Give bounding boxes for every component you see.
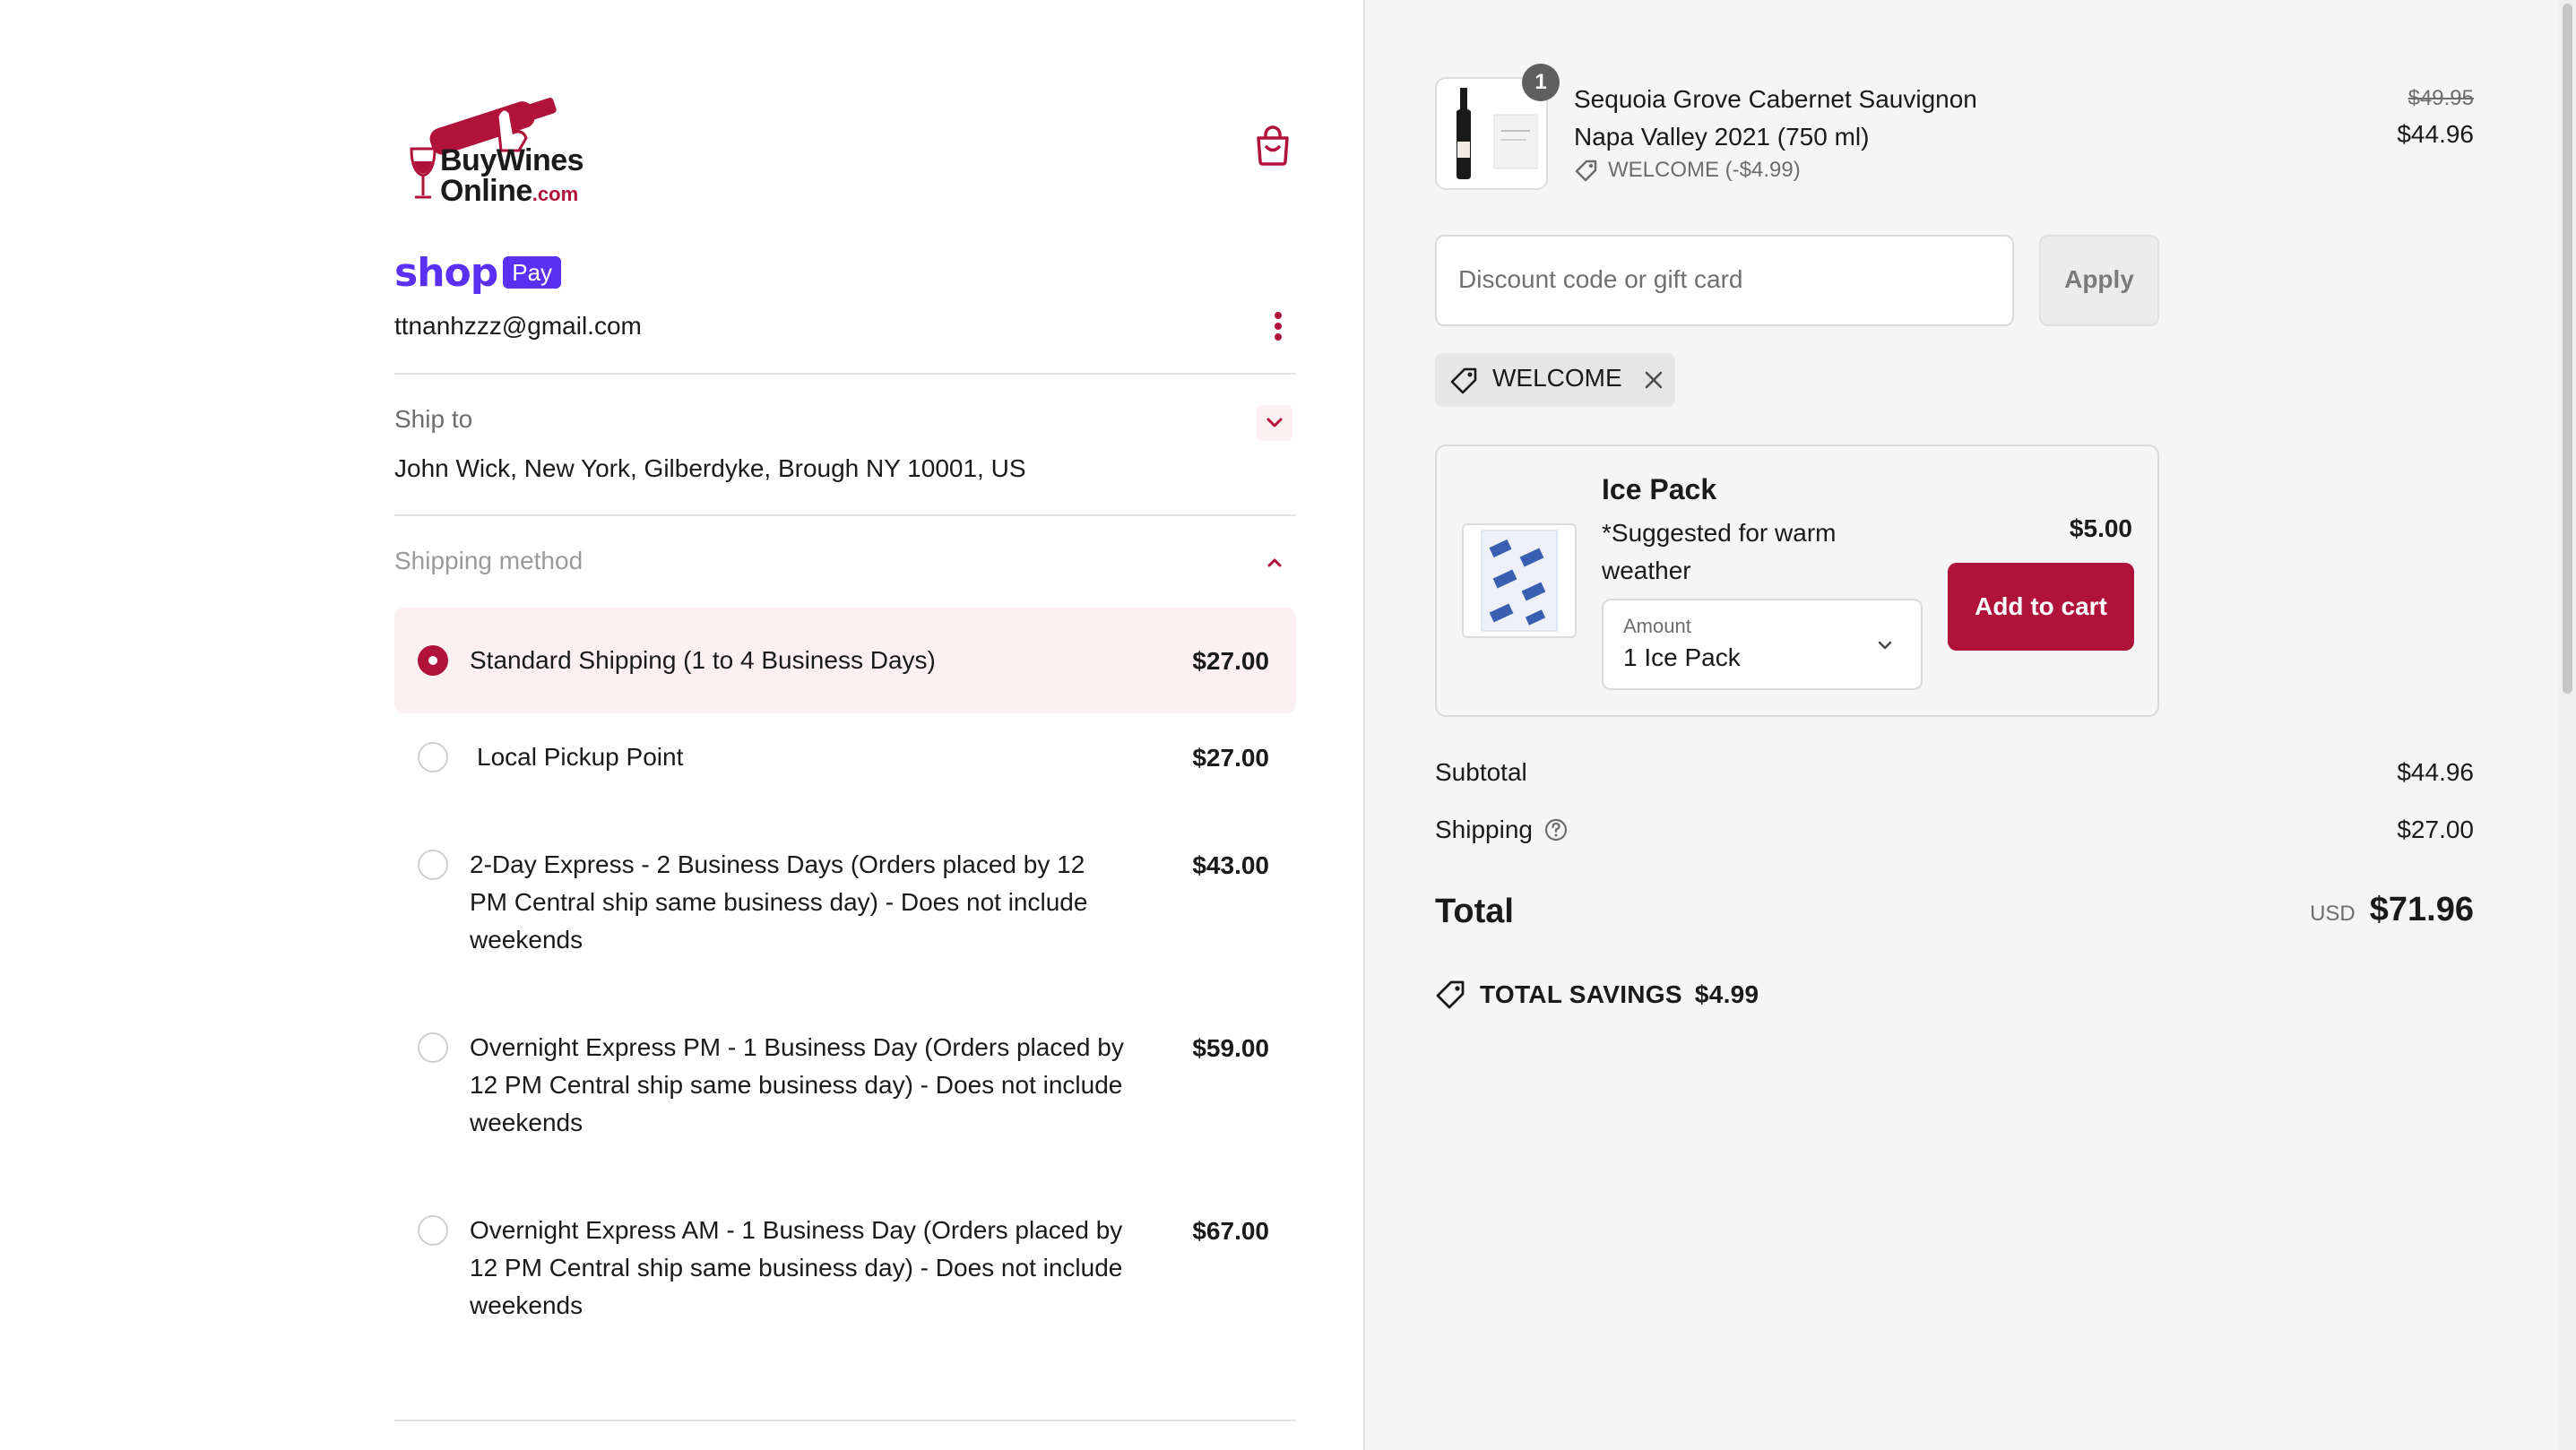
add-to-cart-button[interactable]: Add to cart [1948,563,2134,651]
shipping-radio[interactable] [418,742,448,772]
upsell-card: Ice Pack *Suggested for warm weather $5.… [1435,444,2159,717]
upsell-price: $5.00 [2069,514,2132,542]
shopping-bag-icon [1257,125,1289,166]
shipping-option-name: 2-Day Express - 2 Business Days (Orders … [470,846,1169,959]
scrollbar-thumb[interactable] [2563,4,2572,694]
shipping-option-2-day-express[interactable]: 2-Day Express - 2 Business Days (Orders … [394,839,1296,964]
shipping-option-standard[interactable]: Standard Shipping (1 to 4 Business Days)… [394,608,1296,713]
chevron-up-icon [1267,558,1282,567]
ship-to-toggle[interactable] [1257,405,1292,441]
shipping-option-price: $27.00 [1192,744,1269,772]
shipping-option-name-line: 2-Day Express - 2 Business Days (Orders … [470,850,1085,878]
logo-suffix: .com [532,183,579,205]
shipping-option-name: Overnight Express AM - 1 Business Day (O… [470,1212,1169,1325]
tag-icon [1575,160,1597,182]
checkout-main: BuyWines Online.com shop Pay ttnanhzzz@g… [0,0,1363,1450]
discount-code-input[interactable]: Discount code or gift card [1435,235,2014,326]
shipping-option-price: $43.00 [1192,851,1269,879]
amount-select[interactable]: Amount 1 Ice Pack [1602,599,1923,690]
amount-label: Amount [1623,615,1691,637]
subtotal-value: $44.96 [2397,758,2474,786]
shipping-option-overnight-pm[interactable]: Overnight Express PM - 1 Business Day (O… [394,1022,1296,1147]
discount-chip: WELCOME [1435,353,1675,407]
shipping-option-name-line: Overnight Express AM - 1 Business Day (O… [470,1216,1123,1244]
upsell-desc-line: weather [1602,557,1691,584]
shipping-option-overnight-am[interactable]: Overnight Express AM - 1 Business Day (O… [394,1204,1296,1330]
upsell-description: *Suggested for warm weather [1602,514,1836,590]
logo-line2: Online.com [440,174,578,209]
order-summary: 1 Sequoia Grove Cabernet Sauvignon Napa … [1363,0,2576,1450]
total-savings: TOTAL SAVINGS $4.99 [1435,979,1759,1011]
shipping-option-name: Standard Shipping (1 to 4 Business Days) [470,646,936,674]
divider [394,1420,1296,1421]
chevron-down-icon [1266,418,1283,427]
shipping-radio[interactable] [418,850,448,880]
ice-pack-image [1462,523,1577,638]
amount-value: 1 Ice Pack [1623,643,1741,671]
tag-icon [1436,980,1465,1009]
shipping-radio[interactable] [418,1215,448,1246]
shipping-option-name-line: PM Central ship same business day) - Doe… [470,888,1088,916]
tag-icon [1450,367,1477,394]
product-discount-text: WELCOME (-$4.99) [1608,158,1801,182]
close-icon [1645,371,1663,389]
shipping-option-local-pickup[interactable]: Local Pickup Point $27.00 [394,722,1296,794]
shipping-radio[interactable] [418,1032,448,1063]
apply-button[interactable]: Apply [2039,235,2159,326]
shipping-option-name: Overnight Express PM - 1 Business Day (O… [470,1029,1169,1142]
divider [394,514,1296,516]
help-circle-icon[interactable] [1543,817,1569,842]
shipping-option-price: $59.00 [1192,1034,1269,1062]
shipping-option-name-line: weekends [470,1291,583,1319]
product-name-line: Sequoia Grove Cabernet Sauvignon [1574,85,1977,113]
shipping-option-name: Local Pickup Point [477,743,684,771]
product-original-price: $49.95 [2407,86,2474,110]
upsell-desc-line: *Suggested for warm [1602,519,1837,547]
ship-to-address: John Wick, New York, Gilberdyke, Brough … [394,454,1026,482]
shipping-summary: Shipping [1435,816,1569,844]
shipping-option-price: $67.00 [1192,1217,1269,1245]
ship-to-label: Ship to [394,405,473,433]
product-discount: WELCOME (-$4.99) [1574,158,1801,183]
shipping-option-name-line: Overnight Express PM - 1 Business Day (O… [470,1033,1124,1061]
quantity-badge: 1 [1522,64,1560,101]
product-name-line: Napa Valley 2021 (750 ml) [1574,123,1870,151]
product-name: Sequoia Grove Cabernet Sauvignon Napa Va… [1574,81,1977,156]
subtotal-label: Subtotal [1435,758,1527,786]
store-logo[interactable]: BuyWines Online.com [408,81,614,215]
total-amount: USD $71.96 [2310,891,2474,929]
divider [394,373,1296,375]
account-menu-button[interactable] [1266,308,1291,344]
total-value: $71.96 [2369,891,2474,928]
product-price: $44.96 [2397,120,2474,148]
upsell-title: Ice Pack [1602,473,1717,505]
shipping-label: Shipping [1435,816,1533,843]
account-email: ttnanhzzz@gmail.com [394,312,642,340]
chevron-down-icon [1878,641,1892,650]
discount-chip-label: WELCOME [1492,364,1622,392]
shop-pay-word: shop [394,249,498,296]
logo-line2-text: Online [440,174,532,208]
shop-pay-badge[interactable]: shop Pay [394,247,562,298]
shipping-option-name-line: 12 PM Central ship same business day) - … [470,1254,1123,1282]
shipping-value: $27.00 [2397,816,2474,843]
shipping-option-name-line: weekends [470,1109,583,1136]
more-vertical-icon [1275,312,1282,341]
ice-pack-graphic [1481,530,1558,632]
total-savings-value: $4.99 [1694,980,1759,1008]
shipping-radio[interactable] [418,645,448,676]
shipping-method-label: Shipping method [394,547,583,574]
remove-discount-button[interactable] [1639,366,1668,394]
total-currency: USD [2310,902,2356,926]
shipping-option-price: $27.00 [1192,647,1269,675]
total-label: Total [1435,893,1514,930]
cart-button[interactable] [1253,124,1292,167]
shipping-option-name-line: weekends [470,926,583,954]
shop-pay-pay: Pay [503,256,562,289]
total-savings-label: TOTAL SAVINGS [1480,980,1682,1008]
shipping-option-name-line: 12 PM Central ship same business day) - … [470,1071,1123,1099]
shipping-method-toggle[interactable] [1257,545,1292,581]
